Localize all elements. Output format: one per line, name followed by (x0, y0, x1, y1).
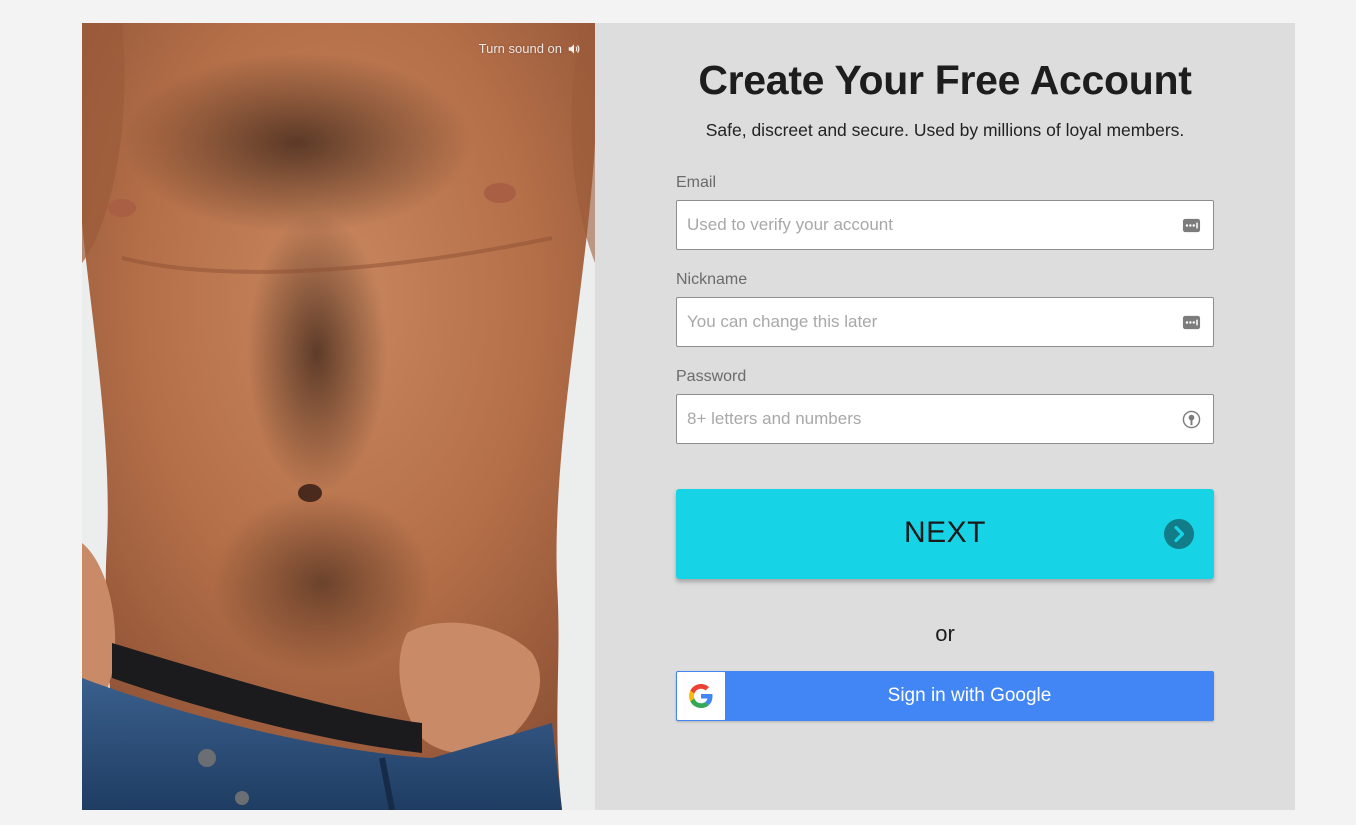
google-logo-box (677, 672, 725, 720)
signup-card: Turn sound on Create Your Free Account S… (82, 23, 1295, 810)
speaker-icon (568, 43, 580, 54)
nickname-field[interactable] (677, 298, 1213, 346)
password-field-wrapper (676, 394, 1214, 444)
or-divider: or (935, 621, 955, 646)
page-subtitle: Safe, discreet and secure. Used by milli… (705, 120, 1185, 140)
password-label: Password (676, 368, 747, 385)
password-manager-icon[interactable] (1182, 313, 1201, 332)
promo-video[interactable]: Turn sound on (82, 23, 595, 810)
google-g-icon (689, 684, 713, 708)
email-field[interactable] (677, 201, 1213, 249)
google-signin-button[interactable]: Sign in with Google (676, 671, 1214, 721)
signup-form: Create Your Free Account Safe, discreet … (595, 23, 1295, 810)
password-manager-icon[interactable] (1182, 216, 1201, 235)
password-field[interactable] (677, 395, 1213, 443)
promo-video-frame (82, 23, 595, 810)
sound-toggle[interactable]: Turn sound on (479, 41, 581, 56)
next-button-label: NEXT (903, 516, 986, 549)
chevron-right-circle-icon (1164, 519, 1194, 549)
next-button[interactable]: NEXT (676, 489, 1214, 579)
key-icon[interactable] (1182, 410, 1201, 429)
google-signin-label: Sign in with Google (887, 685, 1052, 706)
sound-toggle-label: Turn sound on (478, 41, 562, 56)
email-field-wrapper (676, 200, 1214, 250)
email-label: Email (676, 174, 717, 191)
nickname-label: Nickname (676, 271, 748, 288)
nickname-field-wrapper (676, 297, 1214, 347)
page-title: Create Your Free Account (698, 57, 1192, 103)
